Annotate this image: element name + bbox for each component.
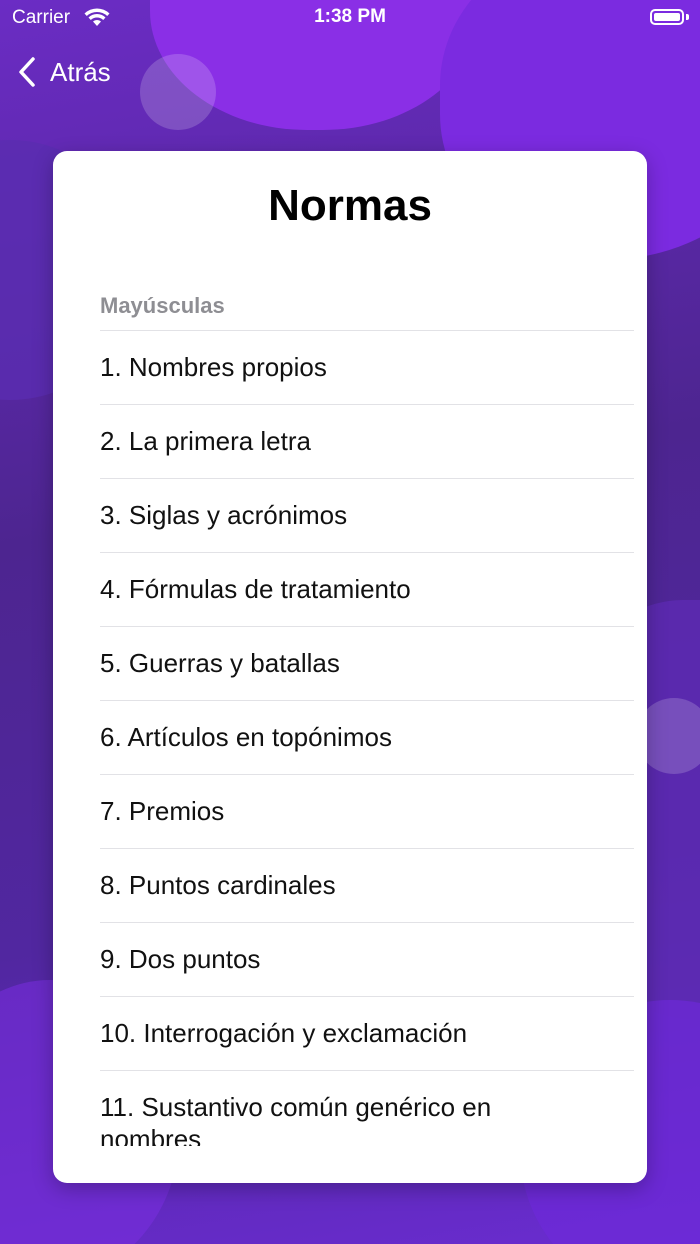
list-item[interactable]: 4. Fórmulas de tratamiento [100,553,634,627]
background-bubble [140,54,216,130]
chevron-left-icon [19,57,35,87]
list-item[interactable]: 1. Nombres propios [100,331,634,405]
status-bar: Carrier 1:38 PM [0,0,700,36]
rules-card: Normas Mayúsculas 1. Nombres propios 2. … [53,151,647,1183]
list-item[interactable]: 9. Dos puntos [100,923,634,997]
back-label: Atrás [50,56,111,87]
clock: 1:38 PM [314,6,386,27]
list-item[interactable]: 5. Guerras y batallas [100,627,634,701]
list-item[interactable]: 2. La primera letra [100,405,634,479]
page-title: Normas [268,181,432,230]
list-item[interactable]: 10. Interrogación y exclamación [100,997,634,1071]
battery-cap [686,14,689,20]
list-item[interactable]: 11. Sustantivo común genérico en nombres [100,1071,520,1146]
back-button[interactable]: Atrás [18,52,111,92]
list-item[interactable]: 8. Puntos cardinales [100,849,634,923]
list-item[interactable]: 7. Premios [100,775,634,849]
battery-icon [650,9,684,25]
list-item[interactable]: 3. Siglas y acrónimos [100,479,634,553]
list-item[interactable]: 6. Artículos en topónimos [100,701,634,775]
rules-list[interactable]: 1. Nombres propios 2. La primera letra 3… [100,330,634,1146]
section-header: Mayúsculas [100,293,225,318]
